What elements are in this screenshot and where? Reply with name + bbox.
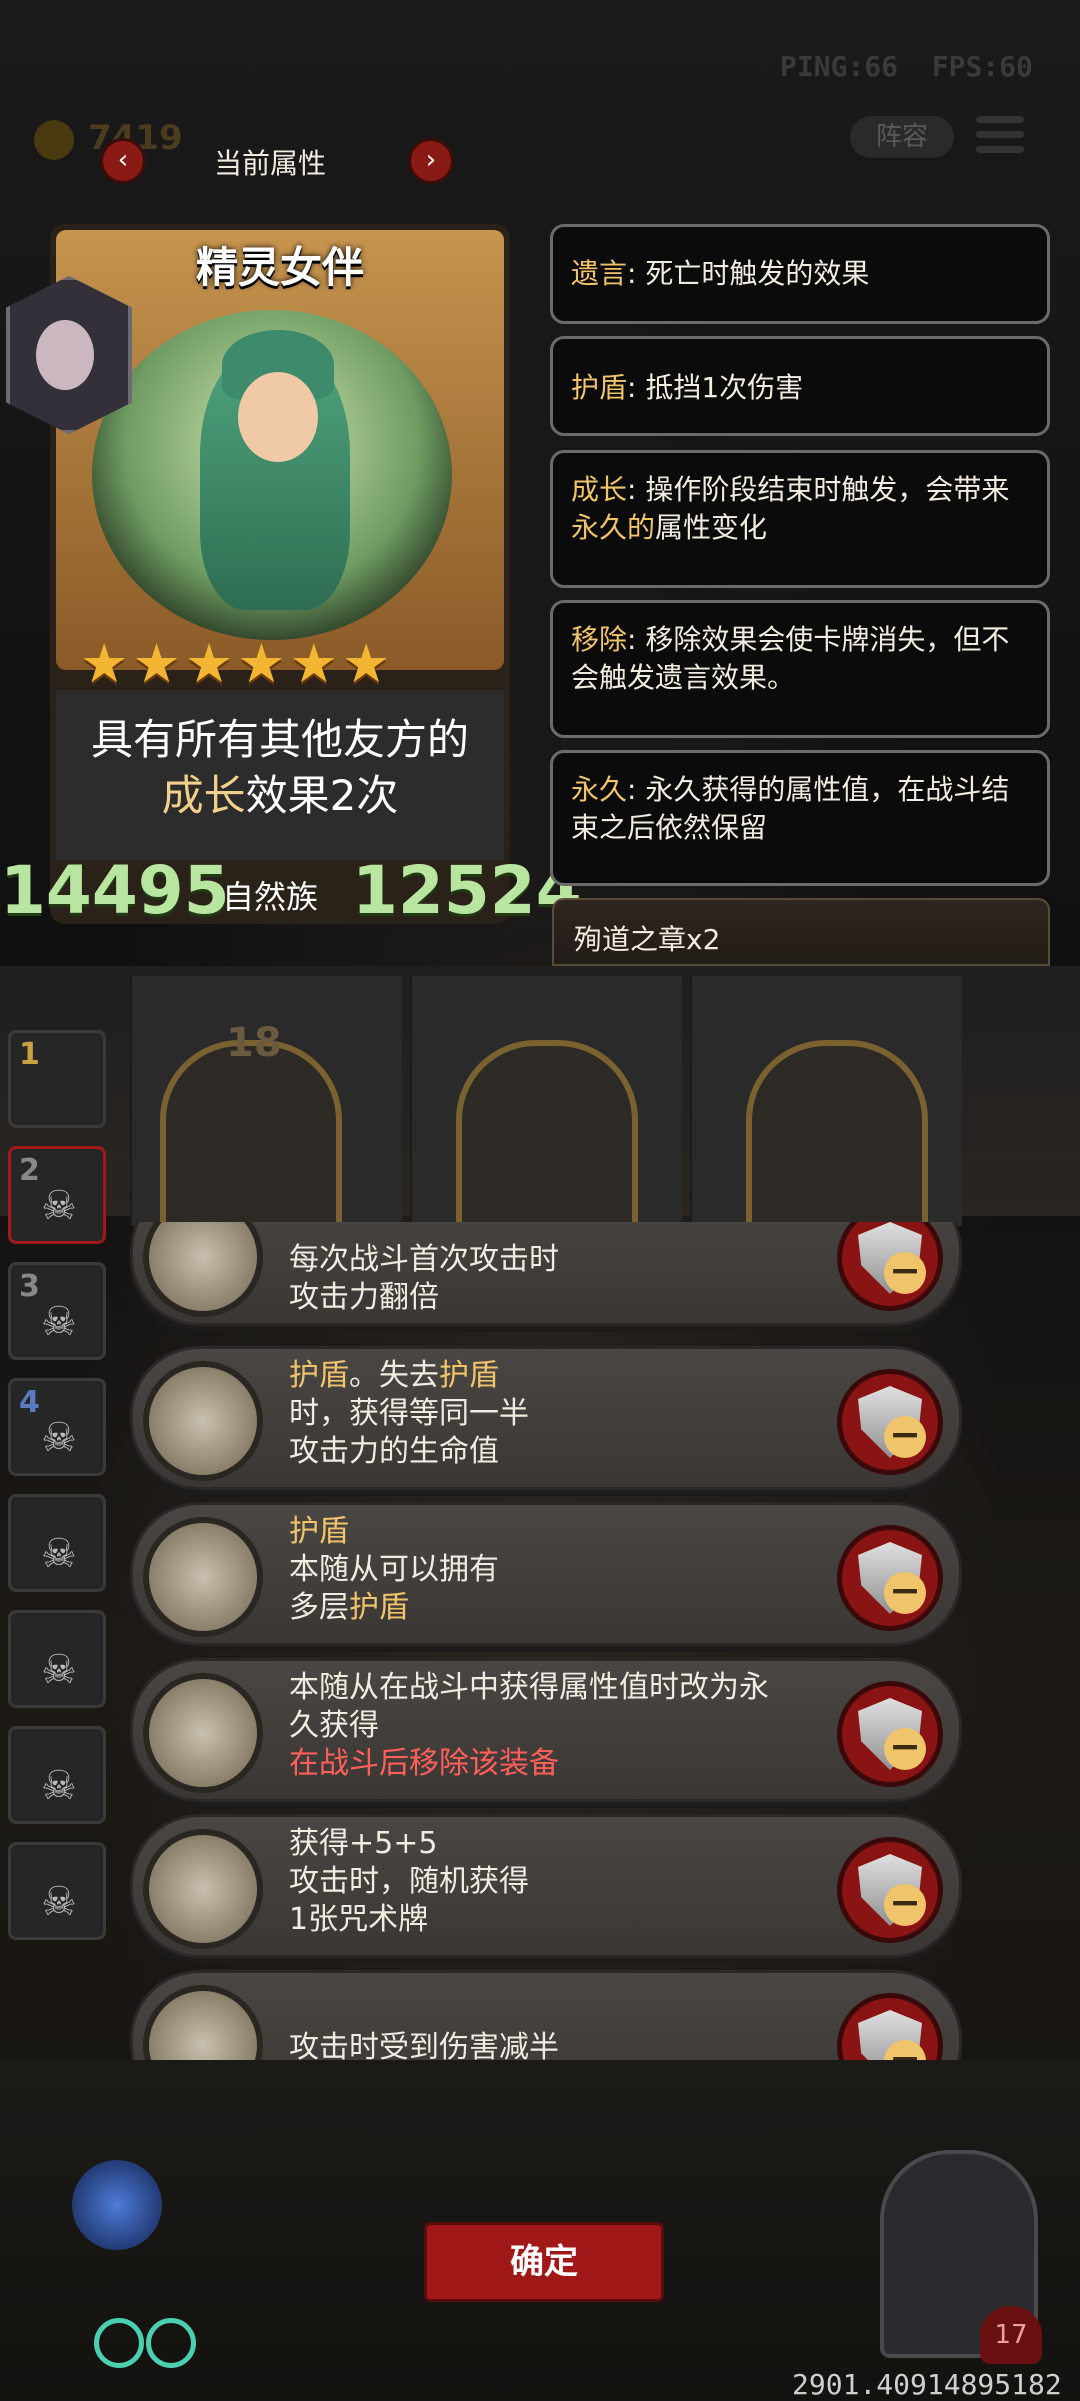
equipment-item: 每次战斗首次攻击时 攻击力翻倍 −	[130, 1222, 962, 1326]
hero-avatar-face	[36, 320, 94, 390]
keyword-panel-permanent: 永久: 永久获得的属性值，在战斗结束之后依然保留	[550, 750, 1050, 886]
debug-coordinate-readout: 2901.40914895182	[792, 2368, 1062, 2401]
attack-value: 14495	[0, 852, 230, 929]
health-value: 12524	[352, 852, 582, 929]
hero-health-badge: 17	[980, 2306, 1042, 2364]
equipment-icon	[143, 1829, 263, 1949]
ring-icon	[94, 2318, 144, 2368]
minus-icon: −	[884, 1571, 926, 1614]
lineup-button[interactable]: 阵容	[850, 116, 954, 158]
keyword-panel-deathrattle: 遗言: 死亡时触发的效果	[550, 224, 1050, 324]
equipment-icon	[143, 1517, 263, 1637]
remove-equipment-button[interactable]: −	[837, 1837, 943, 1943]
keyword-panel-shield: 护盾: 抵挡1次伤害	[550, 336, 1050, 436]
keyword-panel-remove: 移除: 移除效果会使卡牌消失，但不会触发遗言效果。	[550, 600, 1050, 738]
minus-icon: −	[884, 1415, 926, 1458]
attribute-title: 当前属性	[214, 147, 327, 180]
next-attribute-button[interactable]: ›	[408, 138, 454, 184]
board-minion-elf[interactable]	[746, 1040, 928, 1242]
relic-label: 殉道之章x2	[552, 898, 1050, 966]
equipment-icon	[143, 1673, 263, 1793]
equipment-item: 本随从在战斗中获得属性值时改为永 久获得 在战斗后移除该装备 −	[130, 1658, 962, 1802]
remove-equipment-button[interactable]: −	[837, 1222, 943, 1311]
roster-slot-1[interactable]: 1	[8, 1030, 106, 1128]
board-minion-fairy[interactable]	[160, 1040, 342, 1242]
remove-equipment-button[interactable]: −	[837, 1993, 943, 2062]
minus-icon: −	[884, 1727, 926, 1770]
minion-level: 18	[226, 1020, 282, 1066]
prev-attribute-button[interactable]: ‹	[100, 138, 146, 184]
equipment-icon	[143, 1361, 263, 1481]
keyword-panel-growth: 成长: 操作阶段结束时触发，会带来永久的属性变化	[550, 450, 1050, 588]
board-minion-mushroom[interactable]	[456, 1040, 638, 1242]
minus-icon: −	[884, 2039, 926, 2062]
card-ability-text: 具有所有其他友方的 成长效果2次	[90, 715, 469, 820]
star-rating: ★★★★★★	[80, 632, 395, 695]
crystal-orb-icon	[72, 2160, 162, 2250]
ring-icon	[146, 2318, 196, 2368]
equipment-item: 护盾 本随从可以拥有 多层护盾 −	[130, 1502, 962, 1646]
minus-icon: −	[884, 1251, 926, 1294]
equipment-item: 护盾。失去护盾 时，获得等同一半 攻击力的生命值 −	[130, 1346, 962, 1490]
equipment-list[interactable]: 每次战斗首次攻击时 攻击力翻倍 − 护盾。失去护盾 时，获得等同一半 攻击力的生命…	[0, 1222, 1080, 2062]
equipment-item: 攻击时受到伤害减半 −	[130, 1970, 962, 2062]
minus-icon: −	[884, 1883, 926, 1926]
card-name: 精灵女伴	[195, 243, 364, 292]
ping-fps-readout: PING:66 FPS:60	[780, 50, 1033, 83]
remove-equipment-button[interactable]: −	[837, 1525, 943, 1631]
fairy-face	[238, 372, 318, 462]
ability-keyword: 成长	[161, 771, 246, 820]
equipment-icon	[143, 1222, 263, 1317]
equipment-icon	[143, 1985, 263, 2062]
tribe-label: 自然族	[222, 878, 319, 916]
remove-equipment-button[interactable]: −	[837, 1681, 943, 1787]
coin-icon	[34, 120, 74, 160]
equipment-item: 获得+5+5 攻击时，随机获得 1张咒术牌 −	[130, 1814, 962, 1958]
confirm-button[interactable]: 确定	[424, 2222, 664, 2302]
remove-equipment-button[interactable]: −	[837, 1369, 943, 1475]
menu-icon[interactable]	[976, 116, 1024, 160]
